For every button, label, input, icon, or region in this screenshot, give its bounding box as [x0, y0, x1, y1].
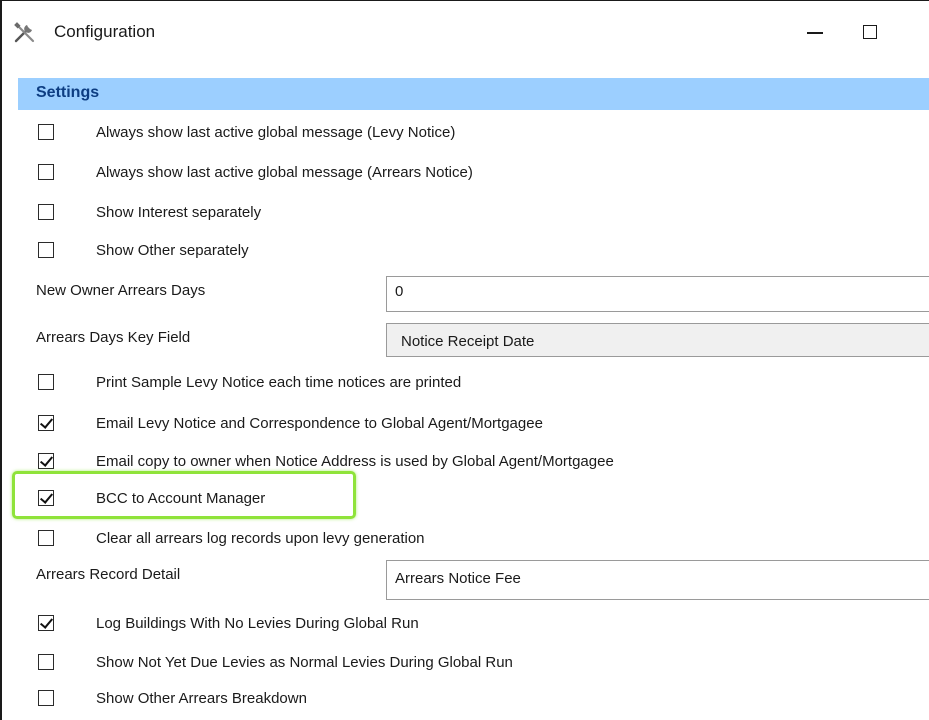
field-label: Arrears Days Key Field: [36, 329, 191, 346]
configuration-window: Configuration Settings Always show last …: [0, 0, 929, 720]
new-owner-arrears-days-input[interactable]: 0: [386, 276, 929, 312]
checkbox[interactable]: [38, 654, 54, 670]
window-border-left: [0, 0, 2, 720]
setting-row[interactable]: Show Interest separately: [18, 198, 929, 230]
checkbox-label: Show Interest separately: [96, 204, 262, 221]
checkbox-checked[interactable]: [38, 453, 54, 469]
checkbox-label: Always show last active global message (…: [96, 164, 473, 181]
checkbox-label: Email Levy Notice and Correspondence to …: [96, 415, 543, 432]
checkbox-label: Clear all arrears log records upon levy …: [96, 530, 425, 547]
title-bar[interactable]: Configuration: [2, 1, 929, 61]
setting-row[interactable]: Show Other separately: [18, 236, 929, 268]
setting-row[interactable]: Show Other Arrears Breakdown: [18, 684, 929, 716]
field-row-arrears-record-detail: Arrears Record Detail Arrears Notice Fee: [18, 560, 929, 600]
setting-row[interactable]: Print Sample Levy Notice each time notic…: [18, 368, 929, 400]
arrears-record-detail-input[interactable]: Arrears Notice Fee: [386, 560, 929, 600]
section-title: Settings: [36, 84, 100, 101]
setting-row[interactable]: Email Levy Notice and Correspondence to …: [18, 409, 929, 441]
setting-row[interactable]: Show Not Yet Due Levies as Normal Levies…: [18, 648, 929, 680]
settings-section-header: Settings: [18, 78, 929, 110]
checkbox-label: Show Other separately: [96, 242, 249, 259]
checkbox[interactable]: [38, 124, 54, 140]
checkbox-label: Print Sample Levy Notice each time notic…: [96, 374, 462, 391]
checkbox-label: Email copy to owner when Notice Address …: [96, 453, 614, 470]
arrears-days-key-field-select[interactable]: Notice Receipt Date: [386, 323, 929, 357]
checkbox-label: BCC to Account Manager: [96, 490, 266, 507]
window-title: Configuration: [54, 22, 156, 41]
checkbox[interactable]: [38, 374, 54, 390]
checkbox[interactable]: [38, 690, 54, 706]
setting-row[interactable]: Clear all arrears log records upon levy …: [18, 524, 929, 556]
checkbox[interactable]: [38, 164, 54, 180]
setting-row[interactable]: Always show last active global message (…: [18, 158, 929, 190]
tools-icon: [12, 21, 38, 45]
field-label: Arrears Record Detail: [36, 566, 181, 583]
checkbox-label: Log Buildings With No Levies During Glob…: [96, 615, 419, 632]
maximize-button[interactable]: [847, 13, 893, 51]
checkbox-label: Always show last active global message (…: [96, 124, 456, 141]
maximize-icon: [863, 25, 877, 39]
checkbox[interactable]: [38, 530, 54, 546]
checkbox-label: Show Not Yet Due Levies as Normal Levies…: [96, 654, 513, 671]
setting-row[interactable]: Always show last active global message (…: [18, 118, 929, 150]
field-row-new-owner-arrears-days: New Owner Arrears Days 0: [18, 276, 929, 314]
setting-row[interactable]: Log Buildings With No Levies During Glob…: [18, 609, 929, 641]
field-row-arrears-days-key-field: Arrears Days Key Field Notice Receipt Da…: [18, 323, 929, 359]
checkbox-checked[interactable]: [38, 490, 54, 506]
minimize-button[interactable]: [792, 13, 838, 51]
field-label: New Owner Arrears Days: [36, 282, 206, 299]
checkbox-checked[interactable]: [38, 415, 54, 431]
checkbox-label: Show Other Arrears Breakdown: [96, 690, 307, 707]
setting-row[interactable]: BCC to Account Manager: [18, 484, 929, 516]
checkbox-checked[interactable]: [38, 615, 54, 631]
checkbox[interactable]: [38, 242, 54, 258]
minimize-icon: [807, 32, 823, 34]
checkbox[interactable]: [38, 204, 54, 220]
select-value: Notice Receipt Date: [401, 333, 535, 350]
